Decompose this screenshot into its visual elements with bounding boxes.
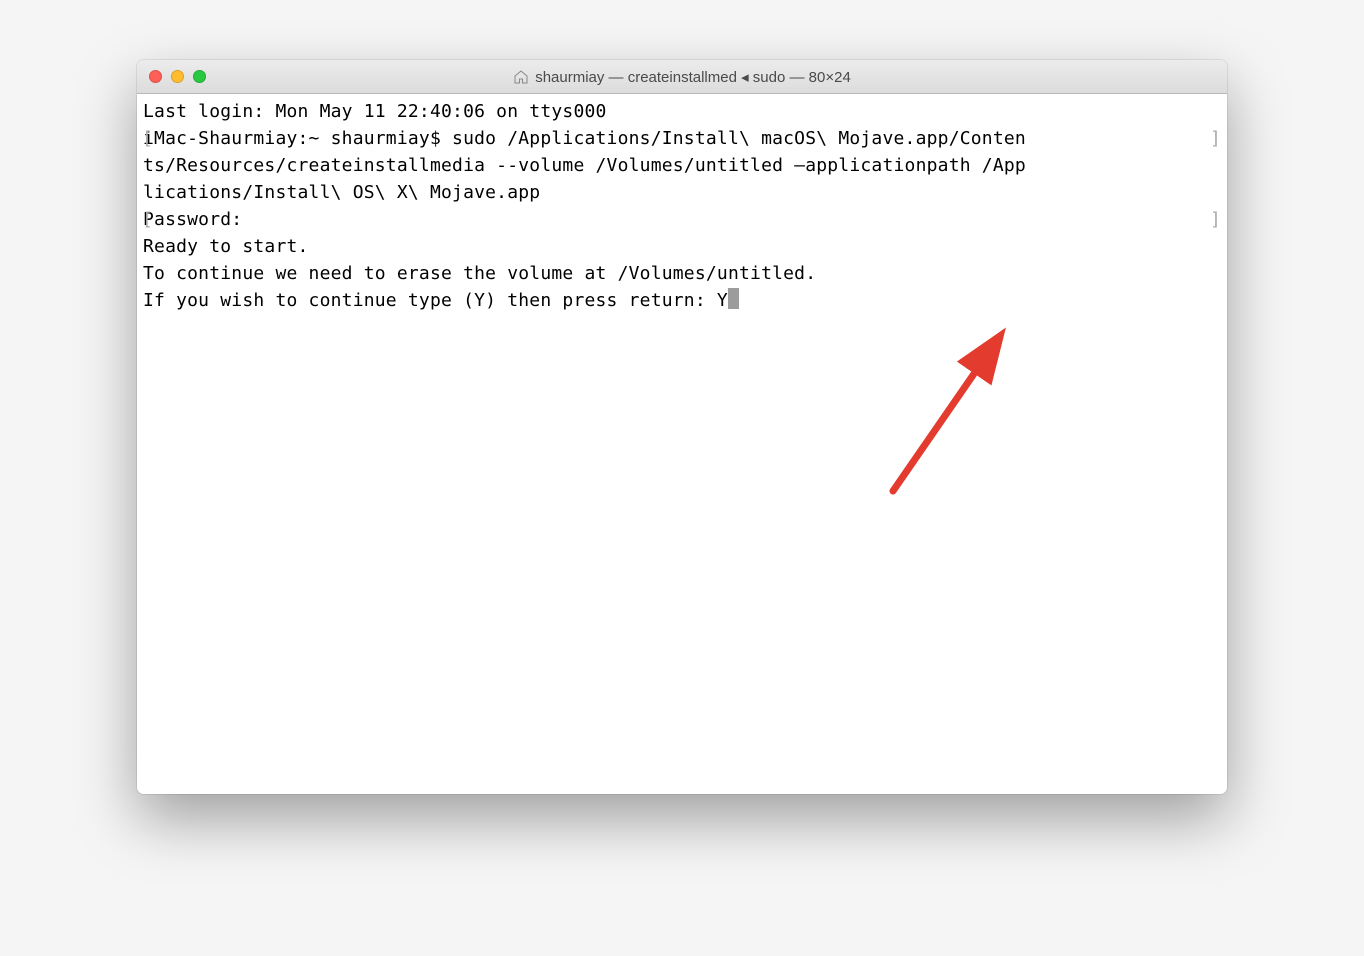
cursor-icon (728, 288, 739, 309)
terminal-line: To continue we need to erase the volume … (143, 260, 1221, 287)
terminal-prompt-text: If you wish to continue type (Y) then pr… (143, 290, 717, 311)
zoom-button[interactable] (193, 70, 206, 83)
terminal-line: Ready to start. (143, 233, 1221, 260)
terminal-line: Password: (143, 206, 1221, 233)
terminal-user-input: Y (717, 290, 728, 311)
terminal-prompt-line: If you wish to continue type (Y) then pr… (143, 287, 1221, 314)
terminal-line: ts/Resources/createinstallmedia --volume… (143, 152, 1221, 179)
minimize-button[interactable] (171, 70, 184, 83)
terminal-line: Last login: Mon May 11 22:40:06 on ttys0… (143, 98, 1221, 125)
terminal-window: shaurmiay — createinstallmed ◂ sudo — 80… (137, 60, 1227, 794)
terminal-line: iMac-Shaurmiay:~ shaurmiay$ sudo /Applic… (143, 125, 1221, 152)
home-icon (513, 69, 529, 85)
terminal-line: lications/Install\ OS\ X\ Mojave.app (143, 179, 1221, 206)
terminal-output[interactable]: Last login: Mon May 11 22:40:06 on ttys0… (137, 94, 1227, 794)
close-button[interactable] (149, 70, 162, 83)
annotation-arrow-icon (807, 294, 1033, 536)
window-titlebar[interactable]: shaurmiay — createinstallmed ◂ sudo — 80… (137, 60, 1227, 94)
window-controls (149, 70, 206, 83)
window-title: shaurmiay — createinstallmed ◂ sudo — 80… (137, 68, 1227, 86)
window-title-text: shaurmiay — createinstallmed ◂ sudo — 80… (535, 68, 851, 86)
